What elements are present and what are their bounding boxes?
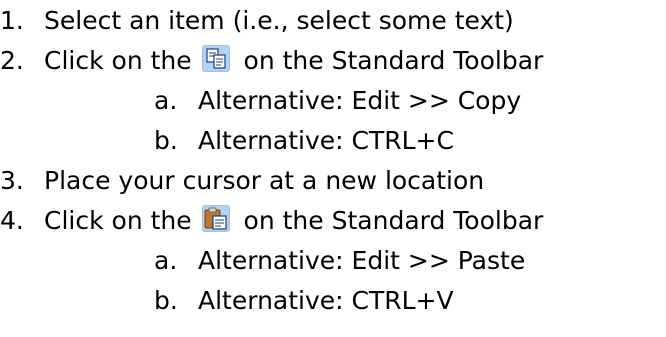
sub-step-text: Alternative: Edit >> Paste — [198, 246, 526, 275]
paste-icon — [201, 205, 230, 232]
step-text: Select an item (i.e., select some text) — [44, 6, 514, 35]
step-text-after: on the Standard Toolbar — [243, 206, 544, 235]
step-text: Click on the on the Standard Toolbar — [44, 202, 543, 240]
step-text-before: Click on the — [44, 46, 192, 75]
step-text-before: Click on the — [44, 206, 192, 235]
step-number: 4. — [0, 206, 24, 235]
sub-step-text: Alternative: CTRL+V — [198, 286, 454, 315]
step-number: 3. — [0, 166, 24, 195]
sub-step-letter: b. — [154, 126, 178, 155]
sub-step-letter: a. — [154, 246, 178, 275]
sub-step-letter: b. — [154, 286, 178, 315]
step-number: 1. — [0, 6, 24, 35]
sub-step-text: Alternative: CTRL+C — [198, 126, 454, 155]
step-number: 2. — [0, 46, 24, 75]
step-text-after: on the Standard Toolbar — [243, 46, 544, 75]
step-text: Place your cursor at a new location — [44, 166, 485, 195]
copy-icon — [201, 45, 230, 72]
sub-step-text: Alternative: Edit >> Copy — [198, 86, 522, 115]
sub-step-letter: a. — [154, 86, 178, 115]
step-text: Click on the on the Standard Toolbar — [44, 42, 543, 80]
